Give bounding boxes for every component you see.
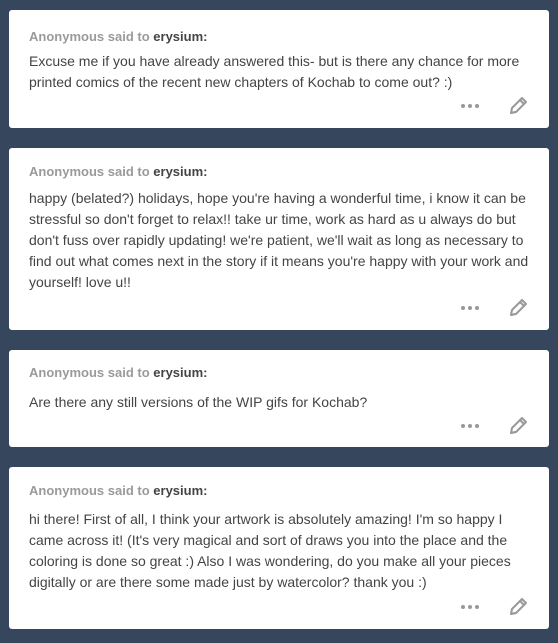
ask-card: Anonymous said to erysium: happy (belate… <box>9 148 549 330</box>
ask-header: Anonymous said to erysium: <box>29 365 208 381</box>
header-colon: : <box>203 164 208 179</box>
ask-question: Excuse me if you have already answered t… <box>29 53 520 90</box>
ask-card: Anonymous said to erysium: hi there! Fir… <box>9 467 549 629</box>
ask-question: happy (belated?) holidays, hope you're h… <box>29 190 529 290</box>
asker-name: Anonymous <box>29 365 105 380</box>
said-to-label: said to <box>107 29 150 44</box>
blog-name-link[interactable]: erysium <box>153 483 203 498</box>
post-actions <box>459 95 529 117</box>
said-to-label: said to <box>107 164 150 179</box>
asker-name: Anonymous <box>29 483 105 498</box>
post-actions <box>459 596 529 618</box>
ask-header: Anonymous said to erysium: <box>29 164 208 180</box>
blog-name-link[interactable]: erysium <box>153 365 203 380</box>
said-to-label: said to <box>107 365 150 380</box>
asker-name: Anonymous <box>29 164 105 179</box>
blog-name-link[interactable]: erysium <box>153 164 203 179</box>
asker-name: Anonymous <box>29 29 105 44</box>
ask-feed: Anonymous said to erysium: Excuse me if … <box>0 0 558 643</box>
header-colon: : <box>203 29 208 44</box>
ask-question: Are there any still versions of the WIP … <box>29 394 368 410</box>
ask-header: Anonymous said to erysium: <box>29 483 208 499</box>
ask-card: Anonymous said to erysium: Excuse me if … <box>9 10 549 128</box>
pencil-icon[interactable] <box>507 415 529 437</box>
blog-name-link[interactable]: erysium <box>153 29 203 44</box>
ellipsis-icon[interactable] <box>459 602 481 612</box>
said-to-label: said to <box>107 483 150 498</box>
post-actions <box>459 415 529 437</box>
pencil-icon[interactable] <box>507 297 529 319</box>
ellipsis-icon[interactable] <box>459 101 481 111</box>
header-colon: : <box>203 365 208 380</box>
post-actions <box>459 297 529 319</box>
ask-question: hi there! First of all, I think your art… <box>29 511 511 590</box>
ellipsis-icon[interactable] <box>459 303 481 313</box>
pencil-icon[interactable] <box>507 596 529 618</box>
ellipsis-icon[interactable] <box>459 421 481 431</box>
ask-header: Anonymous said to erysium: <box>29 29 208 45</box>
ask-card: Anonymous said to erysium: Are there any… <box>9 350 549 447</box>
header-colon: : <box>203 483 208 498</box>
pencil-icon[interactable] <box>507 95 529 117</box>
